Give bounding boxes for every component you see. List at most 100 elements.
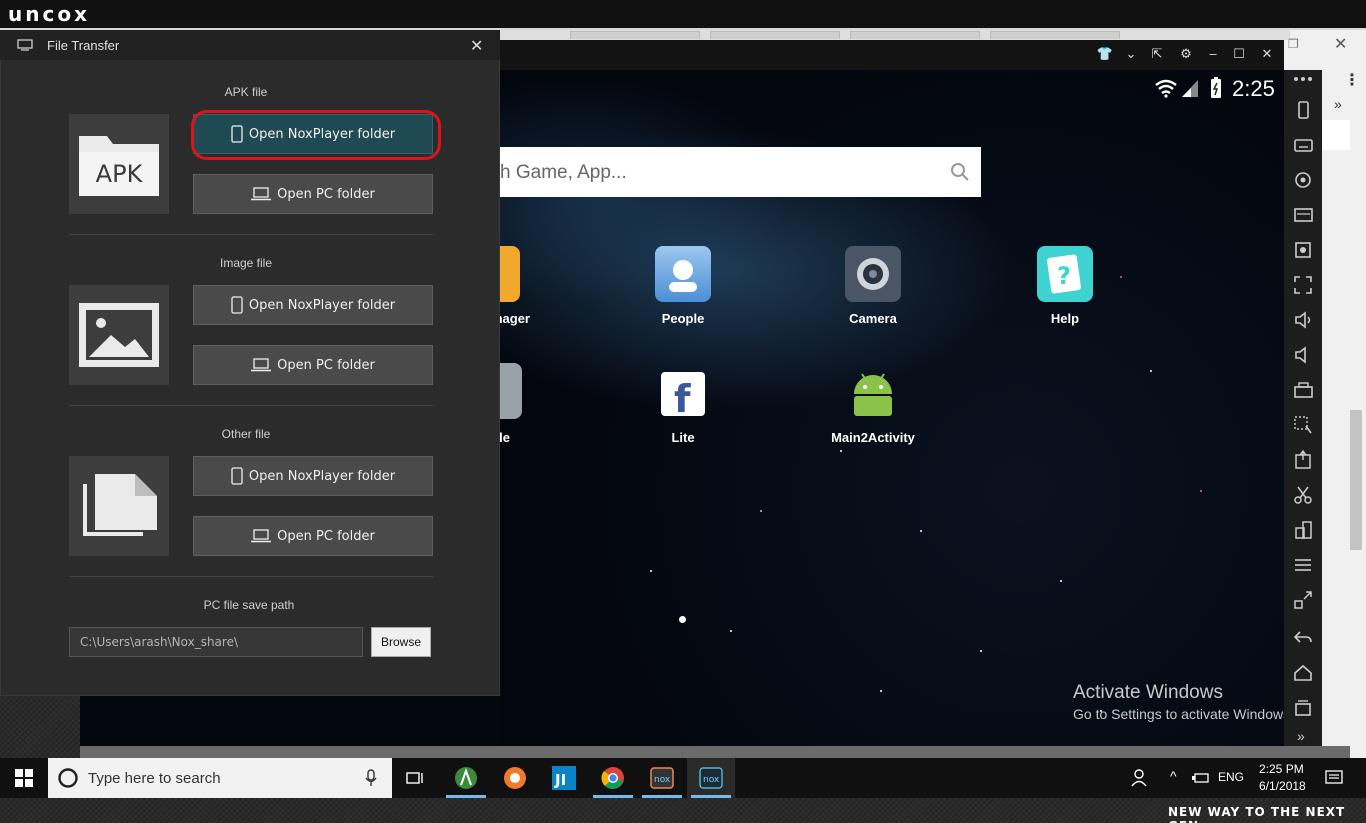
people-icon[interactable]	[1131, 768, 1149, 788]
bottom-banner	[0, 798, 1366, 823]
expand-icon[interactable]: »	[1297, 728, 1305, 744]
button-label: Open PC folder	[277, 186, 375, 202]
phone-icon	[231, 467, 243, 485]
chevron-right-icon[interactable]: »	[1334, 96, 1342, 112]
toolbox-icon[interactable]	[1292, 379, 1314, 401]
resize-icon[interactable]	[1292, 589, 1314, 611]
background-tab[interactable]	[570, 31, 700, 39]
multi-instance-icon[interactable]	[1292, 519, 1314, 541]
taskbar-date[interactable]: 6/1/2018	[1259, 779, 1306, 793]
volume-down-icon[interactable]	[1292, 344, 1314, 366]
notifications-icon[interactable]	[1325, 769, 1343, 787]
button-label: Open NoxPlayer folder	[248, 468, 396, 484]
more-vertical-icon[interactable]: ⋮	[1344, 70, 1360, 90]
open-pc-folder-other-button[interactable]: Open PC folder	[193, 516, 433, 556]
nox-multi-icon[interactable]: nox	[638, 758, 686, 798]
location-icon[interactable]	[1292, 169, 1314, 191]
microphone-icon[interactable]	[364, 769, 378, 787]
svg-text:?: ?	[1057, 262, 1071, 290]
section-label-image: Image file	[219, 256, 273, 270]
close-icon[interactable]: ✕	[1257, 46, 1277, 62]
volume-up-icon[interactable]	[1292, 309, 1314, 331]
brand-tagline: NEW WAY TO THE NEXT GEN ›	[1168, 805, 1346, 823]
nox-player-icon[interactable]: nox	[687, 758, 735, 798]
save-path-field[interactable]: C:\Users\arash\Nox_share\	[69, 627, 363, 657]
menu-icon[interactable]	[1292, 554, 1314, 576]
app-search-placeholder: h Game, App...	[500, 162, 627, 183]
facebook-lite-app-icon[interactable]: f	[661, 372, 705, 421]
background-tab[interactable]	[850, 31, 980, 39]
browse-button[interactable]: Browse	[371, 627, 431, 657]
taskbar-time[interactable]: 2:25 PM	[1259, 762, 1304, 776]
scrollbar-thumb[interactable]	[1350, 410, 1362, 550]
help-app-icon[interactable]: ?	[1037, 246, 1093, 302]
macro-icon[interactable]	[1292, 414, 1314, 436]
chevron-down-icon[interactable]: ⌄	[1121, 46, 1141, 62]
signal-icon	[1182, 80, 1198, 97]
other-file-thumbnail	[69, 456, 169, 556]
android-studio-icon[interactable]	[442, 758, 490, 798]
google-play-app-icon[interactable]	[500, 363, 522, 419]
people-app-icon[interactable]	[655, 246, 711, 302]
app-icon-orange[interactable]	[491, 758, 539, 798]
back-icon[interactable]	[1292, 626, 1314, 648]
restore-icon[interactable]: ❐	[1288, 37, 1299, 51]
background-tab[interactable]	[710, 31, 840, 39]
dialog-title: File Transfer	[47, 38, 120, 53]
keyboard-icon[interactable]	[1292, 134, 1314, 156]
open-noxplayer-folder-other-button[interactable]: Open NoxPlayer folder	[193, 456, 433, 496]
battery-plugged-icon[interactable]	[1192, 771, 1210, 785]
apk-install-icon[interactable]	[1292, 449, 1314, 471]
svg-text:nox: nox	[654, 775, 671, 785]
button-label: Open PC folder	[277, 528, 375, 544]
chrome-icon[interactable]	[589, 758, 637, 798]
language-indicator[interactable]: ENG	[1218, 770, 1244, 784]
highlight-annotation	[191, 110, 441, 160]
transfer-icon	[17, 39, 33, 51]
minimize-icon[interactable]: –	[1203, 46, 1223, 61]
pin-icon[interactable]: ⇱	[1147, 46, 1167, 62]
search-icon[interactable]	[950, 162, 970, 182]
android-app-icon[interactable]	[848, 368, 898, 418]
cortana-icon	[58, 768, 78, 788]
taskbar-search-placeholder: Type here to search	[88, 770, 221, 787]
open-pc-folder-apk-button[interactable]: Open PC folder	[193, 174, 433, 214]
screenshot-icon[interactable]	[1292, 239, 1314, 261]
phone-shake-icon[interactable]	[1292, 99, 1314, 121]
activate-windows-subtitle: Go to Settings to activate Windows.	[1073, 706, 1294, 722]
app-label: People	[661, 311, 705, 326]
battery-icon	[1211, 77, 1221, 98]
gear-icon[interactable]: ⚙	[1176, 46, 1196, 62]
divider	[69, 405, 433, 406]
fullscreen-icon[interactable]	[1292, 274, 1314, 296]
brand-logo: uncox	[8, 2, 90, 26]
shirt-icon[interactable]: 👕	[1095, 46, 1115, 62]
svg-text:f: f	[674, 377, 691, 416]
open-pc-folder-image-button[interactable]: Open PC folder	[193, 345, 433, 385]
page-indicator	[679, 616, 686, 623]
more-horizontal-icon[interactable]	[1292, 68, 1314, 90]
maximize-icon[interactable]: ☐	[1229, 46, 1249, 62]
task-view-icon[interactable]	[392, 758, 440, 798]
svg-text:JI: JI	[554, 771, 566, 789]
activate-windows-title: Activate Windows	[1073, 682, 1223, 703]
screen-icon[interactable]	[1292, 204, 1314, 226]
close-icon[interactable]: ✕	[1334, 34, 1347, 54]
recent-apps-icon[interactable]	[1292, 697, 1314, 719]
desktop-strip	[80, 696, 500, 746]
button-label: Open PC folder	[277, 357, 375, 373]
open-noxplayer-folder-image-button[interactable]: Open NoxPlayer folder	[193, 285, 433, 325]
camera-app-icon[interactable]	[845, 246, 901, 302]
close-icon[interactable]: ✕	[470, 36, 483, 56]
file-manager-app-icon[interactable]	[500, 246, 520, 302]
app-label: Help	[1050, 311, 1080, 326]
top-brand-bar	[0, 0, 1366, 28]
start-button[interactable]	[0, 758, 48, 798]
jetbrains-icon[interactable]: JI	[540, 758, 588, 798]
chevron-up-icon[interactable]: ^	[1170, 768, 1177, 784]
section-label-apk: APK file	[224, 85, 268, 99]
scissors-icon[interactable]	[1292, 484, 1314, 506]
background-tab[interactable]	[990, 31, 1120, 39]
status-clock: 2:25	[1232, 76, 1275, 101]
home-icon[interactable]	[1292, 662, 1314, 684]
